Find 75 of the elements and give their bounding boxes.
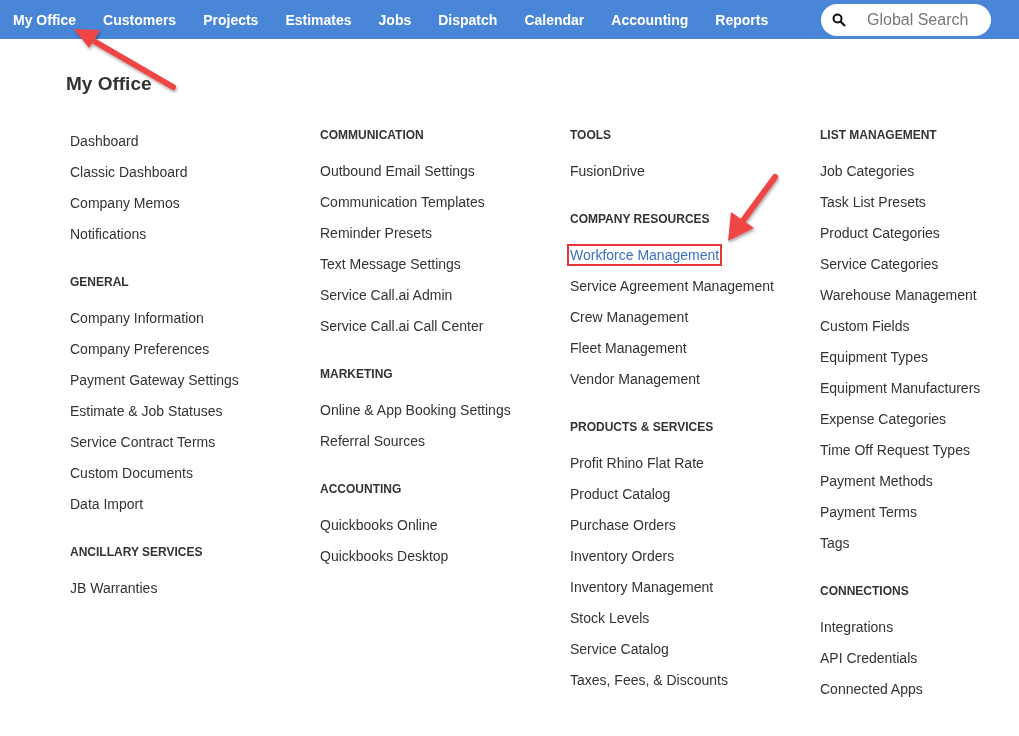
menu-link[interactable]: Job Categories	[820, 162, 915, 179]
section-heading: LIST MANAGEMENT	[820, 127, 938, 144]
menu-link[interactable]: JB Warranties	[70, 579, 158, 596]
section-heading: GENERAL	[70, 274, 130, 291]
menu-link[interactable]: Payment Methods	[820, 472, 933, 489]
menu-link[interactable]: Product Categories	[820, 224, 940, 241]
menu-link[interactable]: Warehouse Management	[820, 286, 977, 303]
nav-tab[interactable]: Calendar	[511, 0, 599, 39]
menu-link[interactable]: Dashboard	[70, 132, 139, 149]
menu-link[interactable]: FusionDrive	[570, 162, 645, 179]
menu-link[interactable]: Workforce Management	[570, 246, 720, 263]
menu-link[interactable]: Service Call.ai Call Center	[320, 317, 484, 334]
menu-link[interactable]: Custom Documents	[70, 464, 193, 481]
menu-link[interactable]: Inventory Orders	[570, 547, 675, 564]
section-heading: COMPANY RESOURCES	[570, 211, 711, 228]
menu-link[interactable]: Estimate & Job Statuses	[70, 402, 223, 419]
nav-tab[interactable]: Reports	[702, 0, 783, 39]
menu-link[interactable]: Time Off Request Types	[820, 441, 970, 458]
menu-link[interactable]: Tags	[820, 534, 850, 551]
section-heading: CONNECTIONS	[820, 583, 910, 600]
nav-tab[interactable]: Accounting	[598, 0, 703, 39]
menu-link[interactable]: Service Agreement Management	[570, 277, 774, 294]
menu-link[interactable]: Data Import	[70, 495, 144, 512]
menu-link[interactable]: Service Call.ai Admin	[320, 286, 453, 303]
menu-link[interactable]: Inventory Management	[570, 578, 714, 595]
menu-link[interactable]: Reminder Presets	[320, 224, 433, 241]
menu-link[interactable]: Vendor Management	[570, 370, 700, 387]
nav-tab[interactable]: Projects	[190, 0, 273, 39]
menu-link[interactable]: Service Catalog	[570, 640, 669, 657]
menu-link[interactable]: API Credentials	[820, 649, 918, 666]
menu-link[interactable]: Product Catalog	[570, 485, 671, 502]
menu-link[interactable]: Quickbooks Online	[320, 516, 438, 533]
menu-link[interactable]: Company Memos	[70, 194, 180, 211]
menu-link[interactable]: Expense Categories	[820, 410, 947, 427]
search-field[interactable]: Global Search	[821, 3, 991, 36]
menu-link[interactable]: Taxes, Fees, & Discounts	[570, 671, 728, 688]
menu-link[interactable]: Custom Fields	[820, 317, 910, 334]
nav-tab[interactable]: My Office	[0, 0, 90, 39]
menu-link[interactable]: Connected Apps	[820, 680, 923, 697]
menu-link[interactable]: Communication Templates	[320, 193, 485, 210]
menu-link[interactable]: Payment Terms	[820, 503, 917, 520]
page-title: My Office	[66, 73, 153, 95]
menu-link[interactable]: Notifications	[70, 225, 147, 242]
menu-link[interactable]: Service Contract Terms	[70, 433, 216, 450]
menu-link[interactable]: Task List Presets	[820, 193, 926, 210]
section-heading: ANCILLARY SERVICES	[70, 544, 204, 561]
menu-link[interactable]: Integrations	[820, 618, 894, 635]
section-heading: ACCOUNTING	[320, 481, 403, 498]
nav-tab[interactable]: Dispatch	[425, 0, 512, 39]
menu-link[interactable]: Stock Levels	[570, 609, 650, 626]
menu-link[interactable]: Referral Sources	[320, 432, 426, 449]
search-icon	[832, 12, 846, 27]
annotation-arrow	[728, 174, 778, 241]
section-heading: TOOLS	[570, 127, 613, 144]
nav-tab[interactable]: Jobs	[365, 0, 426, 39]
menu-link[interactable]: Outbound Email Settings	[320, 162, 475, 179]
menu-link[interactable]: Equipment Manufacturers	[820, 379, 981, 396]
menu-link[interactable]: Company Information	[70, 309, 204, 326]
section-heading: PRODUCTS & SERVICES	[570, 419, 715, 436]
menu-link[interactable]: Equipment Types	[820, 348, 928, 365]
menu-link[interactable]: Text Message Settings	[320, 255, 461, 272]
menu-link[interactable]: Quickbooks Desktop	[320, 547, 449, 564]
menu-link[interactable]: Profit Rhino Flat Rate	[570, 454, 704, 471]
menu-link[interactable]: Payment Gateway Settings	[70, 371, 239, 388]
menu-link[interactable]: Service Categories	[820, 255, 939, 272]
menu-link[interactable]: Online & App Booking Settings	[320, 401, 511, 418]
menu-link[interactable]: Purchase Orders	[570, 516, 676, 533]
menu-link[interactable]: Fleet Management	[570, 339, 687, 356]
menu-link[interactable]: Classic Dashboard	[70, 163, 188, 180]
menu-link[interactable]: Crew Management	[570, 308, 689, 325]
section-heading: COMMUNICATION	[320, 127, 425, 144]
menu-link[interactable]: Company Preferences	[70, 340, 210, 357]
section-heading: MARKETING	[320, 366, 394, 383]
nav-tab[interactable]: Customers	[90, 0, 191, 39]
nav-tab[interactable]: Estimates	[272, 0, 366, 39]
